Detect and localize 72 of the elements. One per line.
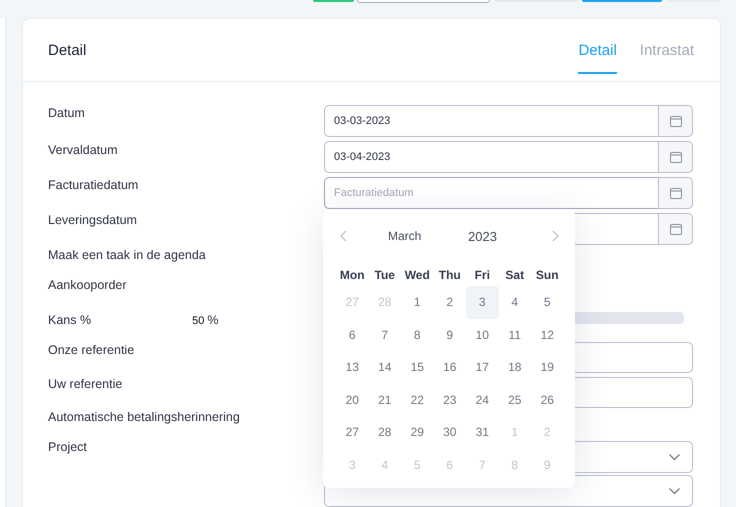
field-label: Kans % bbox=[48, 313, 92, 328]
calendar-day[interactable]: 24 bbox=[466, 384, 498, 416]
calendar-day[interactable]: 26 bbox=[531, 384, 564, 416]
field-label: Maak een taak in de agenda bbox=[48, 248, 206, 263]
unit-label: % bbox=[207, 313, 218, 328]
calendar-icon bbox=[670, 116, 682, 126]
date-field[interactable]: 03-03-2023 bbox=[324, 105, 658, 137]
field-label: Uw referentie bbox=[48, 377, 122, 392]
field-label: Vervaldatum bbox=[48, 143, 118, 158]
calendar-day[interactable]: 5 bbox=[531, 286, 564, 318]
calendar-day[interactable]: 31 bbox=[466, 416, 498, 448]
calendar-day[interactable]: 11 bbox=[498, 318, 531, 351]
field-label: Datum bbox=[48, 106, 85, 121]
weekday-label: Sat bbox=[504, 267, 526, 284]
weekday-label: Fri bbox=[474, 267, 491, 284]
calendar-day[interactable]: 19 bbox=[531, 351, 564, 384]
calendar-day[interactable]: 18 bbox=[498, 351, 531, 384]
field-label: Aankooporder bbox=[48, 278, 127, 293]
calendar-day[interactable]: 16 bbox=[434, 351, 466, 384]
calendar-icon bbox=[670, 152, 682, 162]
calendar-day[interactable]: 2 bbox=[434, 286, 466, 318]
date-field[interactable]: 03-04-2023 bbox=[324, 141, 658, 173]
chevron-down-icon bbox=[669, 454, 680, 460]
calendar-day[interactable]: 3 bbox=[466, 286, 498, 318]
calendar-button[interactable] bbox=[658, 141, 693, 173]
calendar-day[interactable]: 25 bbox=[498, 384, 531, 416]
calendar-day[interactable]: 10 bbox=[466, 318, 498, 351]
field-label: Automatische betalingsherinnering bbox=[48, 410, 240, 425]
tab[interactable]: Detail bbox=[578, 19, 617, 74]
calendar-day[interactable]: 7 bbox=[368, 318, 401, 351]
calendar-day[interactable]: 21 bbox=[368, 384, 401, 416]
calendar-day[interactable]: 27 bbox=[336, 416, 368, 448]
calendar-day[interactable]: 14 bbox=[368, 351, 401, 384]
calendar-day[interactable]: 17 bbox=[466, 351, 498, 384]
calendar-button[interactable] bbox=[658, 177, 693, 209]
tab[interactable]: Intrastat bbox=[640, 19, 694, 74]
date-field[interactable]: Facturatiedatum bbox=[324, 177, 658, 209]
weekday-label: Tue bbox=[374, 267, 396, 284]
calendar-day[interactable]: 15 bbox=[401, 351, 434, 384]
calendar-day[interactable]: 6 bbox=[336, 318, 368, 351]
field-label: Onze referentie bbox=[48, 343, 134, 358]
slider-value: 50 bbox=[192, 314, 204, 329]
chevron-down-icon bbox=[669, 488, 680, 494]
calendar-day[interactable]: 22 bbox=[401, 384, 434, 416]
weekday-label: Thu bbox=[438, 267, 462, 284]
calendar-day[interactable]: 4 bbox=[498, 286, 531, 318]
weekday-label: Sun bbox=[534, 267, 560, 284]
calendar-day[interactable]: 8 bbox=[401, 318, 434, 351]
calendar-icon bbox=[670, 224, 682, 234]
calendar-day[interactable]: 20 bbox=[336, 384, 368, 416]
calendar-day[interactable]: 13 bbox=[336, 351, 368, 384]
month-label[interactable]: March bbox=[388, 229, 448, 243]
field-label: Facturatiedatum bbox=[48, 178, 138, 193]
toolbar-button[interactable] bbox=[357, 0, 490, 3]
chevron-left-icon bbox=[340, 230, 346, 242]
calendar-day[interactable]: 9 bbox=[434, 318, 466, 351]
weekday-label: Mon bbox=[338, 267, 366, 284]
chevron-right-icon bbox=[552, 230, 558, 242]
calendar-day[interactable]: 12 bbox=[531, 318, 564, 351]
field-label: Project bbox=[48, 440, 87, 455]
weekday-label: Wed bbox=[404, 267, 431, 284]
calendar-day[interactable]: 1 bbox=[401, 286, 434, 318]
calendar-day[interactable]: 29 bbox=[401, 416, 434, 448]
field-label: Leveringsdatum bbox=[48, 213, 137, 228]
calendar-day[interactable]: 23 bbox=[434, 384, 466, 416]
card-title: Detail bbox=[48, 42, 88, 58]
calendar-icon bbox=[670, 188, 682, 198]
calendar-button[interactable] bbox=[658, 213, 693, 245]
calendar-day[interactable]: 30 bbox=[434, 416, 466, 448]
calendar-day[interactable]: 28 bbox=[368, 416, 401, 448]
year-label[interactable]: 2023 bbox=[468, 228, 548, 244]
calendar-button[interactable] bbox=[658, 105, 693, 137]
